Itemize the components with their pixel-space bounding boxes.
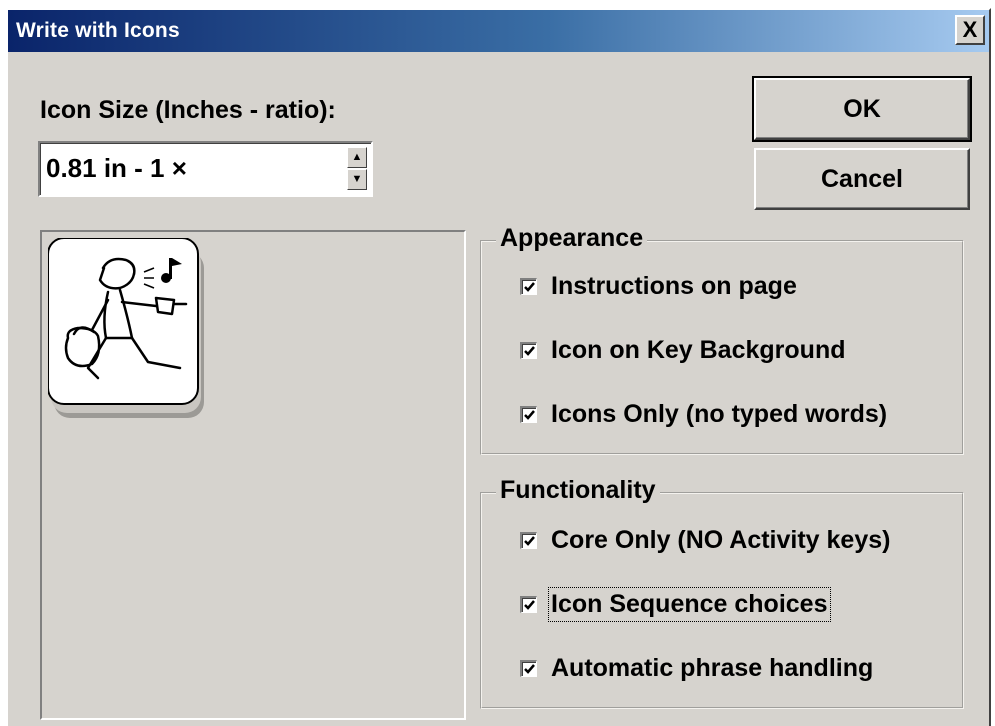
appearance-title: Appearance (496, 224, 648, 253)
icon-sequence-choices-checkbox[interactable]: Icon Sequence choices (520, 587, 831, 622)
icon-key-preview (47, 237, 208, 418)
close-icon: X (962, 17, 978, 42)
checkbox-checked-icon[interactable] (520, 596, 537, 613)
checkbox-checked-icon[interactable] (520, 660, 537, 677)
checkbox-checked-icon[interactable] (520, 278, 537, 295)
checkbox-checked-icon[interactable] (520, 342, 537, 359)
functionality-group: Functionality Core Only (NO Activity key… (480, 476, 964, 709)
checkbox-label: Icons Only (no typed words) (551, 400, 888, 428)
checkbox-label: Instructions on page (551, 272, 797, 300)
checkbox-checked-icon[interactable] (520, 532, 537, 549)
appearance-group: Appearance Instructions on page Icon on … (480, 224, 964, 455)
ok-button[interactable]: OK (752, 76, 972, 142)
icons-only-checkbox[interactable]: Icons Only (no typed words) (520, 400, 887, 429)
spin-up-button[interactable]: ▲ (347, 147, 367, 168)
arrow-up-icon: ▲ (351, 151, 363, 163)
checkbox-label: Icon on Key Background (551, 336, 846, 364)
core-only-checkbox[interactable]: Core Only (NO Activity keys) (520, 526, 890, 555)
icon-size-value[interactable]: 0.81 in - 1 × (46, 153, 187, 184)
checkbox-label: Icon Sequence choices (548, 587, 831, 622)
icon-size-label: Icon Size (Inches - ratio): (40, 96, 336, 124)
person-carrying-bag-and-drill-icon (47, 237, 204, 418)
arrow-down-icon: ▼ (351, 173, 363, 185)
functionality-title: Functionality (496, 476, 660, 505)
spin-down-button[interactable]: ▼ (347, 169, 367, 190)
window-title: Write with Icons (16, 19, 180, 42)
checkbox-checked-icon[interactable] (520, 406, 537, 423)
write-with-icons-dialog: Write with Icons X Icon Size (Inches - r… (6, 8, 991, 726)
title-bar[interactable]: Write with Icons X (8, 10, 989, 52)
automatic-phrase-handling-checkbox[interactable]: Automatic phrase handling (520, 654, 873, 683)
icon-preview-panel (40, 230, 466, 720)
checkbox-label: Automatic phrase handling (551, 654, 874, 682)
checkbox-label: Core Only (NO Activity keys) (551, 526, 891, 554)
icon-on-key-background-checkbox[interactable]: Icon on Key Background (520, 336, 845, 365)
cancel-button[interactable]: Cancel (754, 148, 970, 210)
close-button[interactable]: X (955, 15, 985, 45)
instructions-on-page-checkbox[interactable]: Instructions on page (520, 272, 797, 301)
icon-size-spinner[interactable]: 0.81 in - 1 × ▲ ▼ (38, 141, 373, 197)
